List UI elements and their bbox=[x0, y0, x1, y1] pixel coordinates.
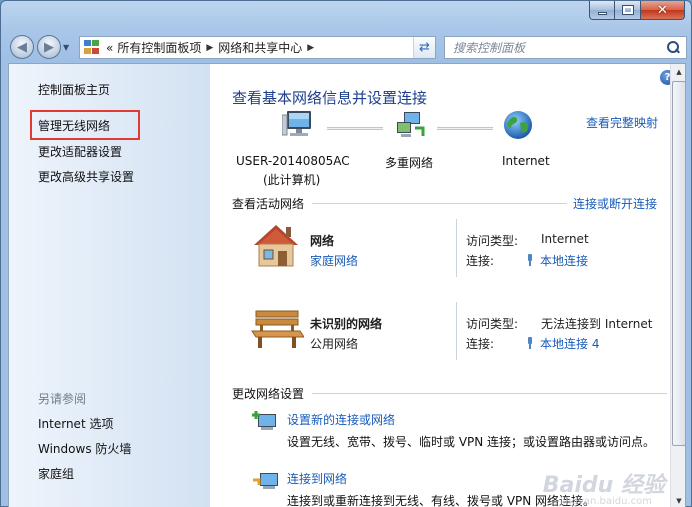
maximize-button[interactable] bbox=[615, 1, 641, 20]
connection-label-2: 连接: bbox=[466, 337, 495, 351]
back-button[interactable]: ◀ bbox=[10, 35, 34, 59]
forward-button[interactable]: ▶ bbox=[37, 35, 61, 59]
breadcrumb-network-sharing-center[interactable]: 网络和共享中心 bbox=[218, 39, 302, 56]
new-connection-icon[interactable] bbox=[252, 409, 280, 433]
minimize-button[interactable] bbox=[589, 1, 615, 20]
network-name-2: 未识别的网络 bbox=[310, 317, 383, 331]
multiple-networks-icon[interactable] bbox=[395, 110, 427, 140]
network-type-public: 公用网络 bbox=[310, 337, 359, 351]
active-networks-heading: 查看活动网络 bbox=[232, 197, 305, 211]
node-sublabel-this-computer: (此计算机) bbox=[263, 173, 321, 187]
sidebar-link-internet-options[interactable]: Internet 选项 bbox=[38, 415, 113, 432]
connection-link-1[interactable]: 本地连接 bbox=[526, 252, 588, 269]
breadcrumb-separator-icon[interactable]: ▶ bbox=[206, 43, 213, 53]
network-adapter-icon bbox=[526, 254, 534, 266]
search-input[interactable]: 搜索控制面板 bbox=[453, 39, 525, 56]
computer-icon[interactable] bbox=[282, 109, 316, 141]
maximize-icon bbox=[622, 6, 633, 14]
access-type-value-1: Internet bbox=[541, 232, 589, 246]
caption-buttons: ✕ bbox=[589, 1, 685, 21]
sidebar-link-adapter-settings[interactable]: 更改适配器设置 bbox=[38, 143, 122, 160]
setup-new-connection-link[interactable]: 设置新的连接或网络 bbox=[287, 411, 395, 428]
home-network-icon[interactable] bbox=[250, 223, 302, 269]
vertical-scrollbar[interactable]: ▲ ▼ bbox=[670, 64, 685, 507]
close-icon: ✕ bbox=[657, 2, 668, 18]
search-icon[interactable] bbox=[666, 40, 680, 55]
node-label-internet: Internet bbox=[502, 154, 550, 168]
watermark-url: jingyan.baidu.com bbox=[559, 496, 652, 507]
sidebar-link-windows-firewall[interactable]: Windows 防火墙 bbox=[38, 440, 131, 457]
watermark: Baidu 经验 bbox=[542, 473, 665, 498]
address-overflow-chevrons[interactable]: « bbox=[106, 41, 113, 55]
breadcrumb-separator-icon[interactable]: ▶ bbox=[307, 43, 314, 53]
column-divider bbox=[456, 219, 457, 277]
connection-link-2-label: 本地连接 4 bbox=[540, 337, 600, 351]
public-network-bench-icon[interactable] bbox=[250, 309, 304, 349]
window-frame: ✕ ◀ ▶ ▼ « 所有控制面板项 ▶ 网络和共享中心 ▶ ▼ ⇄ 搜索控制面板… bbox=[0, 0, 692, 507]
access-type-value-2: 无法连接到 Internet bbox=[541, 317, 653, 331]
sidebar: 控制面板主页 管理无线网络 更改适配器设置 更改高级共享设置 另请参阅 Inte… bbox=[9, 64, 210, 507]
connection-link-1-label: 本地连接 bbox=[540, 254, 589, 268]
minimize-icon bbox=[597, 11, 607, 15]
connect-disconnect-link[interactable]: 连接或断开连接 bbox=[573, 195, 657, 212]
scroll-down-icon[interactable]: ▼ bbox=[671, 493, 685, 507]
navigation-bar: ◀ ▶ ▼ « 所有控制面板项 ▶ 网络和共享中心 ▶ ▼ ⇄ 搜索控制面板 bbox=[7, 31, 687, 61]
network-name-1: 网络 bbox=[310, 234, 335, 248]
back-arrow-icon: ◀ bbox=[17, 39, 27, 55]
access-type-label-1: 访问类型: bbox=[466, 234, 519, 248]
section-divider bbox=[312, 393, 667, 394]
connection-label-1: 连接: bbox=[466, 254, 495, 268]
refresh-button[interactable]: ⇄ bbox=[413, 37, 435, 58]
network-type-home[interactable]: 家庭网络 bbox=[310, 252, 358, 269]
see-also-heading: 另请参阅 bbox=[38, 392, 87, 406]
connection-line bbox=[327, 127, 383, 130]
node-label-multiple-networks: 多重网络 bbox=[385, 156, 434, 170]
internet-globe-icon[interactable] bbox=[502, 109, 534, 141]
connect-to-network-link[interactable]: 连接到网络 bbox=[287, 470, 347, 487]
close-button[interactable]: ✕ bbox=[641, 1, 685, 20]
sidebar-link-control-panel-home[interactable]: 控制面板主页 bbox=[38, 81, 110, 98]
setup-new-connection-desc: 设置无线、宽带、拨号、临时或 VPN 连接；或设置路由器或访问点。 bbox=[287, 435, 656, 449]
change-settings-heading: 更改网络设置 bbox=[232, 387, 305, 401]
forward-arrow-icon: ▶ bbox=[44, 39, 54, 55]
search-box[interactable]: 搜索控制面板 bbox=[444, 36, 687, 59]
connection-line bbox=[437, 127, 493, 130]
sidebar-link-homegroup[interactable]: 家庭组 bbox=[38, 465, 74, 482]
sidebar-link-manage-wireless[interactable]: 管理无线网络 bbox=[38, 117, 110, 134]
scrollbar-thumb[interactable] bbox=[672, 81, 685, 446]
connect-to-network-icon[interactable] bbox=[252, 468, 280, 492]
main-panel: ? 查看基本网络信息并设置连接 查看完整映射 USER-20140805AC (… bbox=[210, 64, 685, 507]
access-type-label-2: 访问类型: bbox=[466, 317, 519, 331]
address-bar[interactable]: « 所有控制面板项 ▶ 网络和共享中心 ▶ ▼ bbox=[79, 36, 436, 59]
breadcrumb-all-control-panel-items[interactable]: 所有控制面板项 bbox=[117, 39, 201, 56]
page-title: 查看基本网络信息并设置连接 bbox=[232, 89, 428, 107]
section-divider bbox=[312, 203, 567, 204]
refresh-icon: ⇄ bbox=[419, 40, 430, 55]
see-full-map-link[interactable]: 查看完整映射 bbox=[586, 114, 658, 131]
sidebar-link-advanced-sharing[interactable]: 更改高级共享设置 bbox=[38, 168, 134, 185]
column-divider bbox=[456, 302, 457, 360]
control-panel-icon bbox=[84, 39, 102, 56]
node-label-this-computer: USER-20140805AC bbox=[236, 154, 350, 168]
connection-link-2[interactable]: 本地连接 4 bbox=[526, 335, 599, 352]
recent-pages-button[interactable]: ▼ bbox=[63, 43, 69, 52]
network-adapter-icon bbox=[526, 337, 534, 349]
content-area: 控制面板主页 管理无线网络 更改适配器设置 更改高级共享设置 另请参阅 Inte… bbox=[8, 63, 686, 507]
scroll-up-icon[interactable]: ▲ bbox=[671, 64, 685, 80]
